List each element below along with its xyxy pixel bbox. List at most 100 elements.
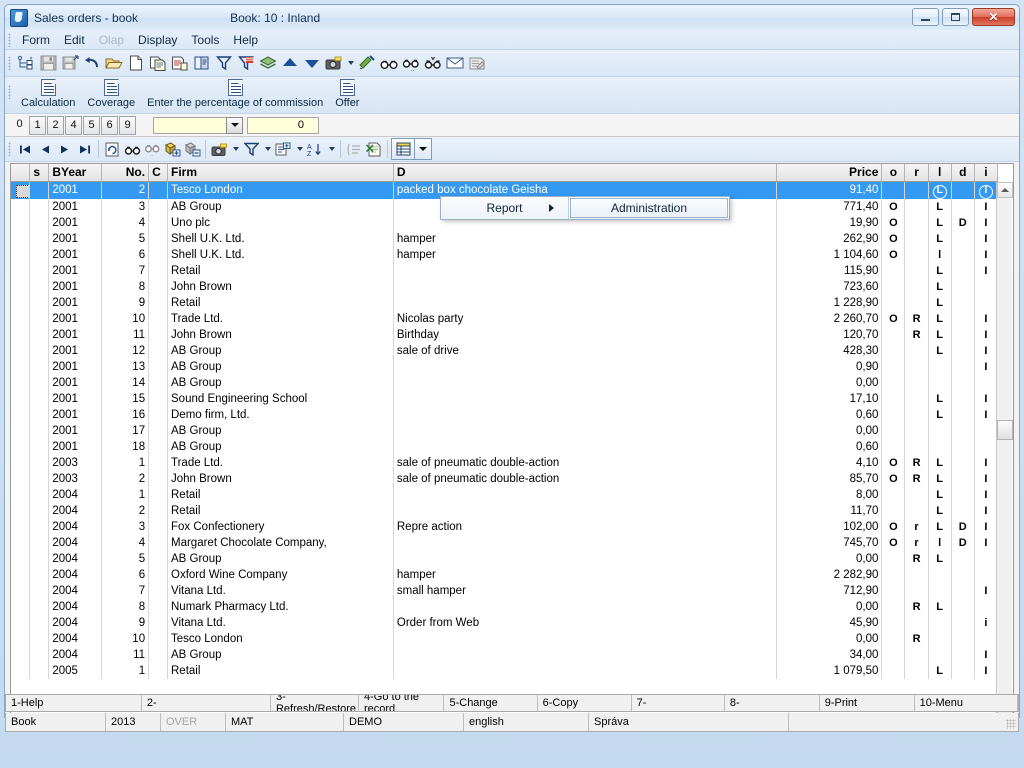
cell-r[interactable] xyxy=(904,230,929,247)
offer-button[interactable]: Offer xyxy=(329,77,365,109)
cell-i[interactable]: I xyxy=(974,326,999,343)
cell-no[interactable]: 4 xyxy=(101,534,150,551)
cell-r[interactable] xyxy=(904,262,929,279)
filter-flag-icon[interactable] xyxy=(235,52,257,74)
cell-price[interactable]: 8,00 xyxy=(776,486,883,503)
cell-d2[interactable] xyxy=(951,326,975,343)
cell-no[interactable]: 8 xyxy=(101,278,150,295)
cell-d2[interactable] xyxy=(951,566,975,583)
table-row[interactable]: 2004 2 Retail 11,70 L I xyxy=(11,502,999,519)
cell-l[interactable]: L xyxy=(928,470,952,487)
cell-o[interactable]: O xyxy=(881,230,906,247)
cell-s[interactable] xyxy=(29,614,50,631)
cell-marker[interactable] xyxy=(11,294,31,311)
cell-price[interactable]: 34,00 xyxy=(776,646,883,663)
cell-marker[interactable] xyxy=(11,422,31,439)
grid-header-i[interactable]: i xyxy=(974,164,999,182)
cell-d2[interactable] xyxy=(951,582,975,599)
cell-d[interactable]: Repre action xyxy=(393,518,778,535)
grid-header-price[interactable]: Price xyxy=(776,164,883,182)
cell-firm[interactable]: Trade Ltd. xyxy=(167,310,394,327)
cell-d2[interactable] xyxy=(951,614,975,631)
cell-c[interactable] xyxy=(148,438,168,455)
cell-c[interactable] xyxy=(148,486,168,503)
open-folder-icon[interactable] xyxy=(103,52,125,74)
cell-firm[interactable]: Vitana Ltd. xyxy=(167,614,394,631)
cell-o[interactable]: O xyxy=(881,214,906,231)
cell-d[interactable] xyxy=(393,294,778,311)
minimize-button[interactable] xyxy=(912,8,939,26)
menu-help[interactable]: Help xyxy=(226,31,265,49)
cell-firm[interactable]: Sound Engineering School xyxy=(167,390,394,407)
cell-o[interactable] xyxy=(881,486,906,503)
cell-c[interactable] xyxy=(148,534,168,551)
cell-i[interactable] xyxy=(974,550,999,567)
cell-byear[interactable]: 2001 xyxy=(48,342,102,359)
cell-no[interactable]: 17 xyxy=(101,422,150,439)
cell-l[interactable]: L xyxy=(928,342,952,359)
cell-marker[interactable] xyxy=(11,310,31,327)
cell-byear[interactable]: 2004 xyxy=(48,518,102,535)
cell-d[interactable]: sale of drive xyxy=(393,342,778,359)
cell-c[interactable] xyxy=(148,278,168,295)
cell-l[interactable] xyxy=(928,438,952,455)
camera-icon[interactable] xyxy=(209,139,229,159)
cell-c[interactable] xyxy=(148,294,168,311)
cell-l[interactable]: L xyxy=(928,662,952,679)
cell-r[interactable]: R xyxy=(904,598,929,615)
cell-price[interactable]: 4,10 xyxy=(776,454,883,471)
cell-o[interactable] xyxy=(881,294,906,311)
cell-c[interactable] xyxy=(148,310,168,327)
grid-vertical-scrollbar[interactable] xyxy=(996,182,1013,718)
cell-marker[interactable] xyxy=(11,598,31,615)
cell-d[interactable] xyxy=(393,502,778,519)
cell-no[interactable]: 9 xyxy=(101,614,150,631)
edit-pen-icon[interactable] xyxy=(356,52,378,74)
cell-marker[interactable] xyxy=(11,358,31,375)
move-down-icon[interactable] xyxy=(301,52,323,74)
cell-l[interactable]: l xyxy=(928,534,952,551)
cell-l[interactable] xyxy=(928,358,952,375)
cell-byear[interactable]: 2001 xyxy=(48,181,102,199)
cell-marker[interactable] xyxy=(11,374,31,391)
cell-byear[interactable]: 2001 xyxy=(48,294,102,311)
cell-firm[interactable]: AB Group xyxy=(167,550,394,567)
cell-d2[interactable]: D xyxy=(951,534,975,551)
cell-s[interactable] xyxy=(29,198,50,215)
cell-d[interactable] xyxy=(393,598,778,615)
filter-dropdown-icon[interactable] xyxy=(261,139,273,159)
cell-d2[interactable]: D xyxy=(951,214,975,231)
cell-price[interactable]: 712,90 xyxy=(776,582,883,599)
cell-byear[interactable]: 2001 xyxy=(48,262,102,279)
cell-i[interactable] xyxy=(974,438,999,455)
cell-no[interactable]: 7 xyxy=(101,262,150,279)
structure-icon[interactable] xyxy=(15,52,37,74)
cell-c[interactable] xyxy=(148,422,168,439)
cell-r[interactable] xyxy=(904,246,929,263)
cell-l[interactable]: L xyxy=(928,518,952,535)
function-key-9[interactable]: 9-Print xyxy=(820,695,915,711)
cell-s[interactable] xyxy=(29,502,50,519)
cell-i[interactable]: I xyxy=(974,310,999,327)
cell-price[interactable]: 85,70 xyxy=(776,470,883,487)
cell-o[interactable] xyxy=(881,438,906,455)
cell-s[interactable] xyxy=(29,582,50,599)
cell-d[interactable] xyxy=(393,406,778,423)
cell-r[interactable]: r xyxy=(904,518,929,535)
cell-d[interactable] xyxy=(393,662,778,679)
cell-d[interactable] xyxy=(393,630,778,647)
grid-header-no[interactable]: No. xyxy=(101,164,150,182)
cell-d2[interactable] xyxy=(951,422,975,439)
cell-i[interactable]: I xyxy=(974,406,999,423)
cell-firm[interactable]: Uno plc xyxy=(167,214,394,231)
cell-firm[interactable]: Vitana Ltd. xyxy=(167,582,394,599)
cell-price[interactable]: 115,90 xyxy=(776,262,883,279)
cell-r[interactable] xyxy=(904,198,929,215)
cell-s[interactable] xyxy=(29,181,50,199)
cell-r[interactable] xyxy=(904,502,929,519)
cell-s[interactable] xyxy=(29,566,50,583)
cell-c[interactable] xyxy=(148,614,168,631)
cell-d2[interactable] xyxy=(951,486,975,503)
cell-c[interactable] xyxy=(148,662,168,679)
cell-l[interactable]: l xyxy=(928,246,952,263)
